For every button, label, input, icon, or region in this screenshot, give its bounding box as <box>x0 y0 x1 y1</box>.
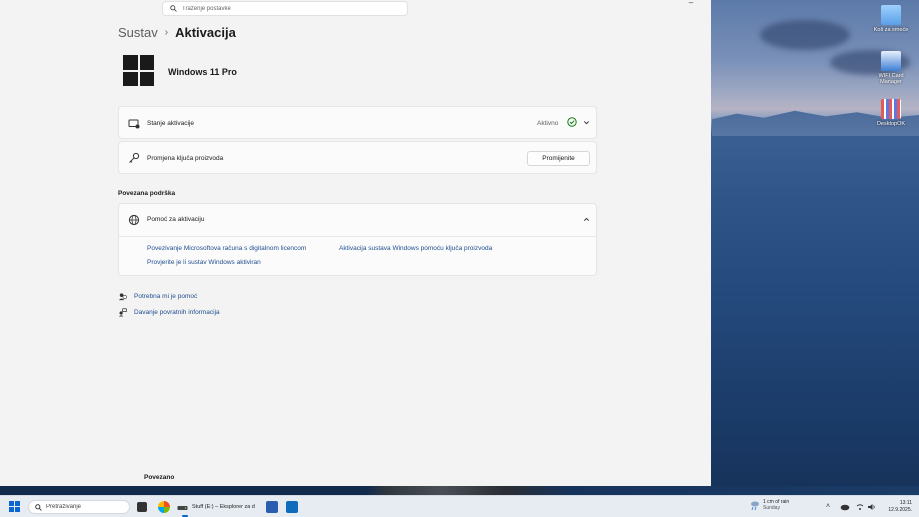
wifi-card-manager-icon <box>881 51 901 71</box>
taskbar-search-box[interactable] <box>28 500 130 514</box>
drive-icon <box>177 505 188 510</box>
computer-activation-icon <box>128 119 140 129</box>
rain-cloud-icon <box>751 501 759 510</box>
get-help-link[interactable]: Potrebna mi je pomoć <box>134 293 197 300</box>
breadcrumb-parent[interactable]: Sustav <box>118 25 158 40</box>
check-circle-icon <box>567 117 577 127</box>
breadcrumb-separator: › <box>164 27 169 38</box>
wifi-icon[interactable] <box>856 503 864 511</box>
chevron-up-icon[interactable]: ˄ <box>826 503 830 510</box>
outlook-icon[interactable] <box>286 501 298 513</box>
settings-search-box[interactable] <box>162 1 408 16</box>
page-title: Aktivacija <box>175 25 236 40</box>
clock-date: 12.9.2025. <box>888 507 912 513</box>
cloud-shape <box>760 20 850 50</box>
related-section-heading: Povezano <box>144 474 175 481</box>
start-button[interactable] <box>9 501 20 512</box>
cloud-sync-icon[interactable] <box>840 503 850 511</box>
taskbar-file-explorer-app[interactable]: Stuff (E:) – Eksplorer za d <box>177 500 255 514</box>
copilot-icon[interactable] <box>158 501 170 513</box>
settings-search-input[interactable] <box>182 5 382 12</box>
windows-logo-icon <box>123 55 154 86</box>
taskbar-app-label: Stuff (E:) – Eksplorer za d <box>192 504 255 510</box>
change-product-key-button[interactable]: Promijenite <box>527 151 590 166</box>
desktopok-icon <box>881 99 901 119</box>
activation-state-label: Stanje aktivacije <box>147 120 194 127</box>
chevron-up-icon[interactable] <box>582 215 591 224</box>
desktop-icon-recycle-bin[interactable]: Koš za smeće <box>871 5 911 33</box>
desktop-icon-wifi-card-manager[interactable]: WIFI Card Manager <box>871 51 911 85</box>
breadcrumb: Sustav › Aktivacija <box>118 25 236 40</box>
link-check-windows-activated[interactable]: Provjerite je li sustav Windows aktivira… <box>147 259 261 266</box>
speaker-icon[interactable] <box>867 503 876 511</box>
recycle-bin-icon <box>881 5 901 25</box>
help-person-icon <box>118 293 127 301</box>
chevron-down-icon[interactable] <box>582 118 591 127</box>
desktop-icon-label: WIFI Card Manager <box>878 73 904 85</box>
search-icon <box>35 503 42 511</box>
settings-window: – Sustav › Aktivacija Windows 11 Pro Sta… <box>0 0 711 486</box>
give-feedback-link[interactable]: Davanje povratnih informacija <box>134 309 220 316</box>
feedback-icon <box>118 308 127 317</box>
globe-icon <box>128 214 140 226</box>
taskbar: Stuff (E:) – Eksplorer za d 1 cm of rain… <box>0 495 919 517</box>
related-support-heading: Povezana podrška <box>118 190 176 197</box>
minimize-button[interactable]: – <box>684 0 698 10</box>
activation-help-label[interactable]: Pomoć za aktivaciju <box>147 216 204 223</box>
divider <box>119 236 596 237</box>
clock-time: 13:11 <box>899 500 912 506</box>
weather-day: Sunday <box>763 505 780 511</box>
desktop-icon-label: Koš za smeće <box>873 27 909 33</box>
taskbar-search-input[interactable] <box>46 504 126 510</box>
weather-widget[interactable]: 1 cm of rain Sunday <box>749 499 789 511</box>
activation-help-card: Pomoć za aktivaciju Povezivanje Microsof… <box>118 203 597 276</box>
activation-status-text: Aktivno <box>537 120 559 127</box>
search-icon <box>170 5 177 12</box>
key-icon <box>129 152 140 163</box>
link-activate-with-product-key[interactable]: Aktivacija sustava Windows pomoću ključa… <box>339 245 492 252</box>
desktop-icon-label: DesktopOK <box>876 121 906 127</box>
desktop-icon-desktopok[interactable]: DesktopOK <box>871 99 911 127</box>
task-view-icon[interactable] <box>137 502 147 512</box>
system-clock[interactable]: 13:11 12.9.2025. <box>882 500 912 514</box>
product-key-row: Promjena ključa proizvoda Promijenite <box>118 141 597 174</box>
wallpaper-strip <box>0 486 919 495</box>
product-key-label: Promjena ključa proizvoda <box>147 155 224 162</box>
link-microsoft-account-digital-license[interactable]: Povezivanje Microsoftova računa s digita… <box>147 245 306 252</box>
activation-state-row[interactable]: Stanje aktivacije Aktivno <box>118 106 597 139</box>
calendar-app-icon[interactable] <box>266 501 278 513</box>
windows-edition: Windows 11 Pro <box>168 67 237 77</box>
